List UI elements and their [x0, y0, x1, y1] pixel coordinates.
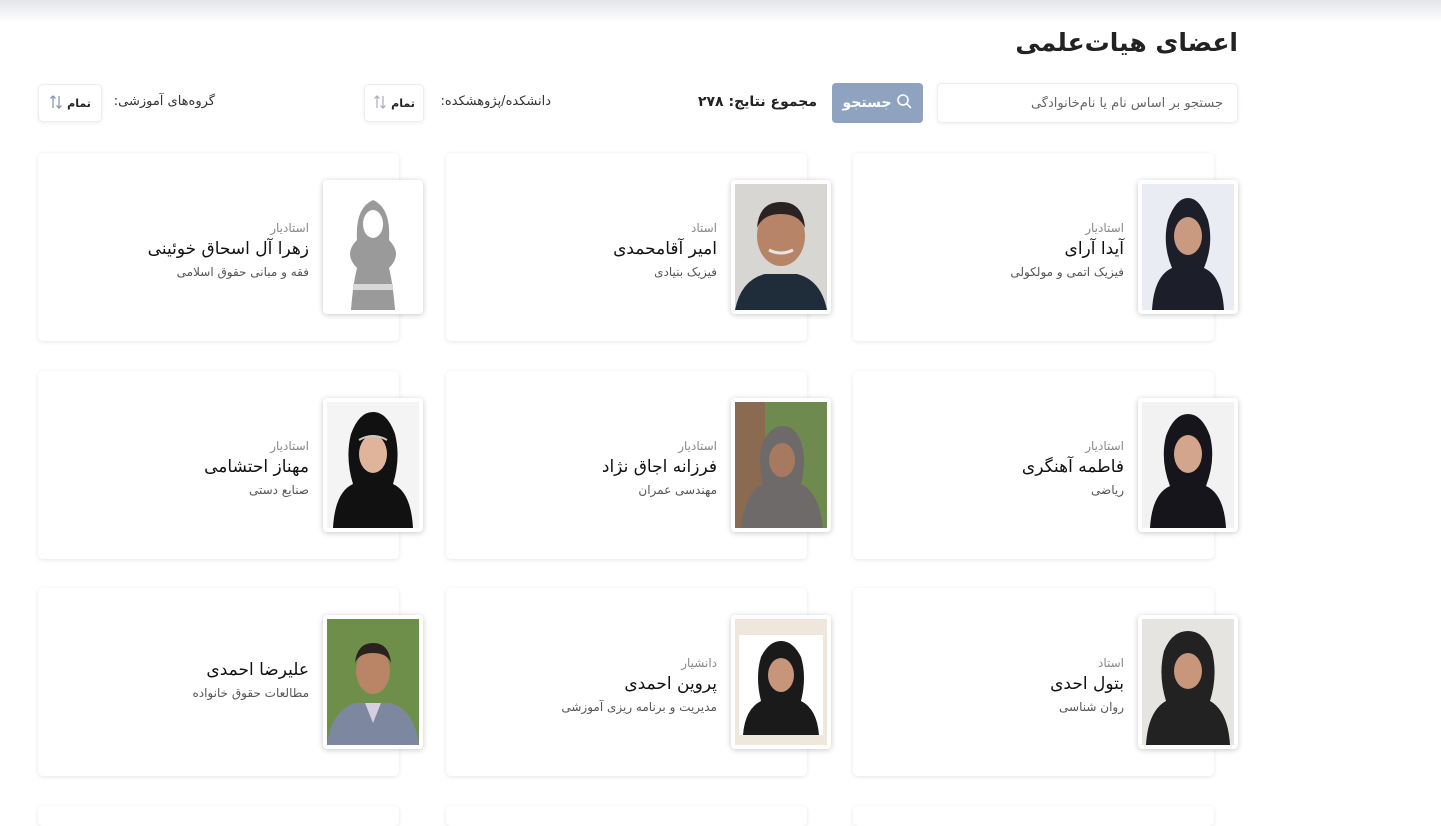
member-card[interactable]: علیرضا احمدی مطالعات حقوق خانواده	[38, 588, 423, 776]
member-card[interactable]: استاد بتول احدی روان شناسی	[853, 588, 1238, 776]
member-rank: استاد	[1097, 656, 1124, 670]
member-rank: استادیار	[1085, 439, 1124, 453]
member-photo[interactable]	[731, 615, 831, 749]
sort-arrows-icon	[49, 94, 63, 113]
faculty-filter-value: تمام	[391, 96, 415, 110]
member-card[interactable]: استاد امیر آقامحمدی فیزیک بنیادی	[446, 153, 831, 341]
member-department: فقه و مبانی حقوق اسلامی	[176, 265, 309, 279]
member-name[interactable]: امیر آقامحمدی	[613, 239, 717, 259]
search-box[interactable]	[937, 83, 1238, 123]
member-rank: استادیار	[1085, 221, 1124, 235]
search-button-label: جستجو	[842, 95, 892, 111]
search-button[interactable]: جستجو	[832, 83, 923, 123]
member-department: مدیریت و برنامه ریزی آموزشی	[561, 700, 717, 714]
placeholder-female-icon	[327, 184, 419, 310]
member-photo[interactable]	[323, 615, 423, 749]
member-photo[interactable]	[323, 180, 423, 314]
member-photo[interactable]	[731, 180, 831, 314]
member-photo[interactable]	[323, 398, 423, 532]
member-department: روان شناسی	[1059, 700, 1124, 714]
member-card-partial[interactable]	[853, 806, 1214, 826]
sort-arrows-icon	[373, 94, 387, 113]
member-info: استاد بتول احدی روان شناسی	[1050, 656, 1124, 714]
search-button-icon	[896, 93, 912, 113]
member-photo[interactable]	[1138, 180, 1238, 314]
group-filter-select[interactable]: تمام	[38, 84, 102, 122]
member-name[interactable]: زهرا آل اسحاق خوئینی	[148, 239, 309, 259]
member-name[interactable]: پروین احمدی	[561, 674, 717, 694]
member-department: فیزیک اتمی و مولکولی	[1010, 265, 1124, 279]
member-photo[interactable]	[1138, 398, 1238, 532]
female-scarf-icon	[735, 402, 827, 528]
member-info: استادیار فرزانه اجاق نژاد مهندسی عمران	[602, 439, 717, 497]
member-info: دانشیار پروین احمدی مدیریت و برنامه ریزی…	[561, 656, 717, 714]
member-name[interactable]: علیرضا احمدی	[192, 660, 309, 680]
member-info: علیرضا احمدی مطالعات حقوق خانواده	[192, 656, 309, 700]
member-card[interactable]: استادیار فرزانه اجاق نژاد مهندسی عمران	[446, 371, 831, 559]
page-title: اعضای هیات‌علمی	[1015, 28, 1238, 57]
female-hijab-icon	[735, 619, 827, 745]
member-card[interactable]: استادیار زهرا آل اسحاق خوئینی فقه و مبان…	[38, 153, 423, 341]
member-name[interactable]: فاطمه آهنگری	[1022, 457, 1124, 477]
member-name[interactable]: بتول احدی	[1050, 674, 1124, 694]
member-department: مهندسی عمران	[638, 483, 717, 497]
male-portrait-icon	[327, 619, 419, 745]
member-department: صنایع دستی	[248, 483, 309, 497]
female-hijab-icon	[1142, 184, 1234, 310]
member-rank: استادیار	[678, 439, 717, 453]
member-info: استادیار فاطمه آهنگری ریاضی	[1022, 439, 1124, 497]
member-rank: استاد	[690, 221, 717, 235]
member-info: استادیار آیدا آرای فیزیک اتمی و مولکولی	[1010, 221, 1124, 279]
member-photo[interactable]	[1138, 615, 1238, 749]
member-rank: دانشیار	[681, 656, 717, 670]
browser-top-bar	[0, 0, 1441, 22]
total-results: مجموع نتایج: ۲۷۸	[697, 94, 817, 110]
member-department: ریاضی	[1091, 483, 1124, 497]
group-filter-label: گروه‌های آموزشی:	[113, 94, 215, 109]
member-name[interactable]: فرزانه اجاق نژاد	[602, 457, 717, 477]
member-info: استاد امیر آقامحمدی فیزیک بنیادی	[613, 221, 717, 279]
group-filter-value: تمام	[67, 96, 91, 110]
male-portrait-icon	[735, 184, 827, 310]
member-card[interactable]: استادیار فاطمه آهنگری ریاضی	[853, 371, 1238, 559]
female-hijab-icon	[1142, 619, 1234, 745]
member-card[interactable]: استادیار مهناز احتشامی صنایع دستی	[38, 371, 423, 559]
search-input[interactable]	[938, 84, 1237, 122]
female-hijab-icon	[327, 402, 419, 528]
member-rank: استادیار	[270, 221, 309, 235]
member-name[interactable]: مهناز احتشامی	[204, 457, 309, 477]
member-name[interactable]: آیدا آرای	[1010, 239, 1124, 259]
member-card[interactable]: استادیار آیدا آرای فیزیک اتمی و مولکولی	[853, 153, 1238, 341]
member-card[interactable]: دانشیار پروین احمدی مدیریت و برنامه ریزی…	[446, 588, 831, 776]
faculty-filter-label: دانشکده/پژوهشکده:	[440, 94, 551, 109]
member-card-partial[interactable]	[446, 806, 807, 826]
faculty-filter-select[interactable]: تمام	[364, 84, 424, 122]
member-info: استادیار زهرا آل اسحاق خوئینی فقه و مبان…	[148, 221, 309, 279]
member-rank: استادیار	[270, 439, 309, 453]
member-department: فیزیک بنیادی	[654, 265, 717, 279]
member-department: مطالعات حقوق خانواده	[192, 686, 309, 700]
member-card-partial[interactable]	[38, 806, 399, 826]
member-info: استادیار مهناز احتشامی صنایع دستی	[204, 439, 309, 497]
female-hijab-icon	[1142, 402, 1234, 528]
member-photo[interactable]	[731, 398, 831, 532]
